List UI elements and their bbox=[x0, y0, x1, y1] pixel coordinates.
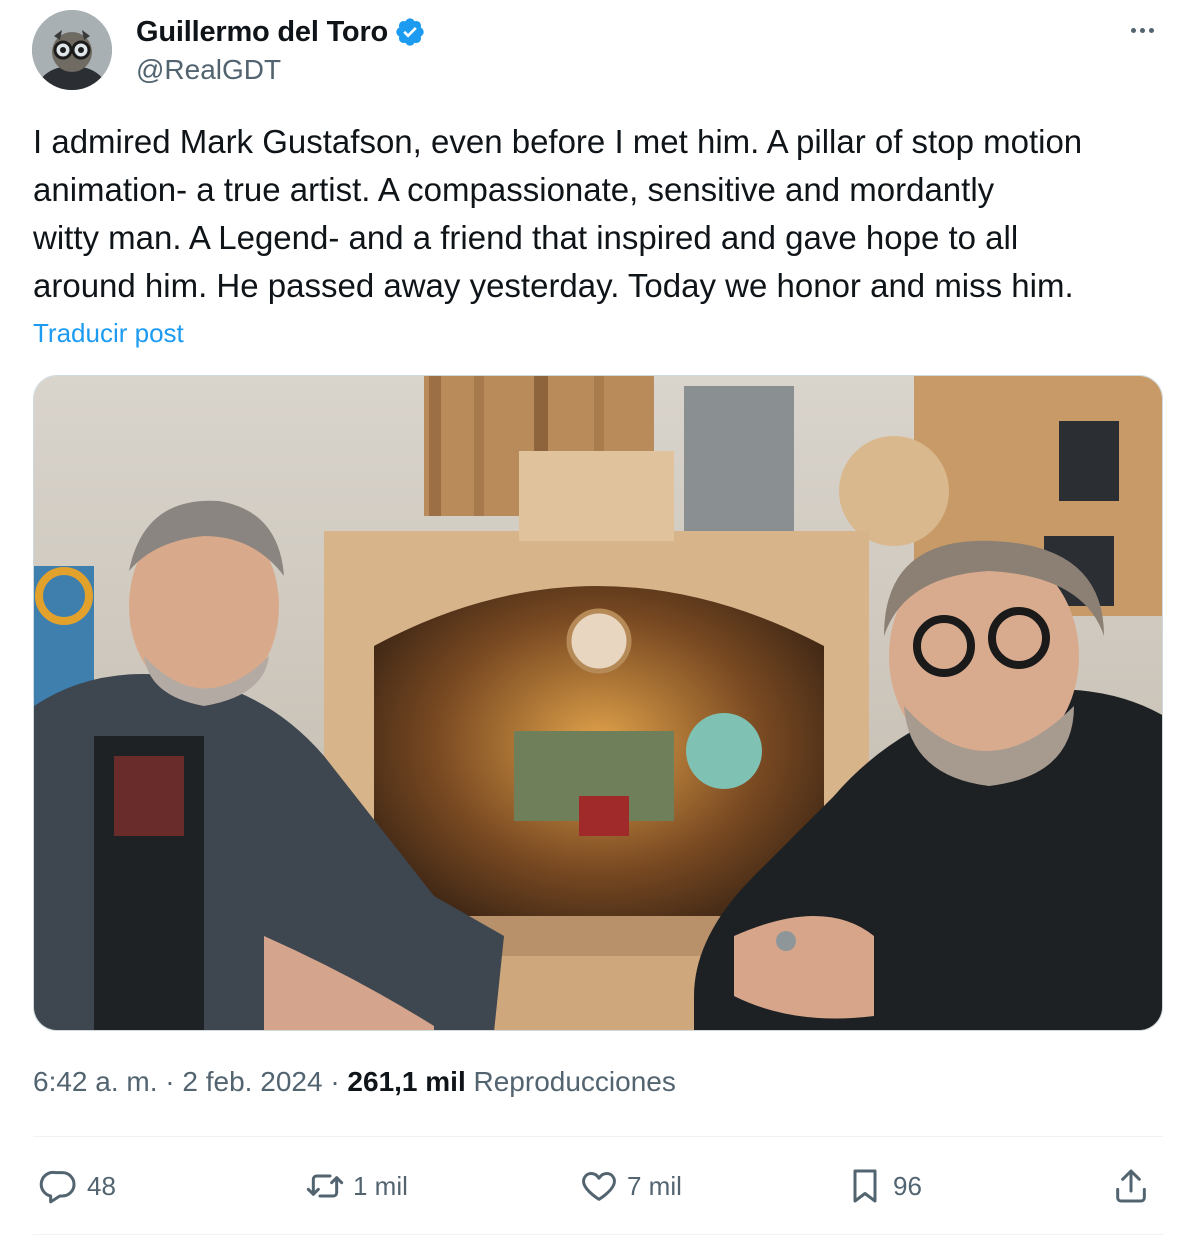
meta-separator: · bbox=[165, 1066, 175, 1097]
share-button[interactable] bbox=[1111, 1158, 1151, 1214]
views-count: 261,1 mil bbox=[347, 1066, 466, 1097]
bookmark-count: 96 bbox=[893, 1170, 922, 1201]
bookmark-icon bbox=[853, 1169, 877, 1203]
author-handle[interactable]: @RealGDT bbox=[136, 54, 281, 86]
photo-image bbox=[34, 376, 1162, 1030]
bookmark-button[interactable]: 96 bbox=[845, 1158, 922, 1214]
divider bbox=[33, 1234, 1163, 1235]
tweet-photo[interactable] bbox=[33, 375, 1163, 1031]
repost-button[interactable]: 1 mil bbox=[305, 1158, 408, 1214]
author-name[interactable]: Guillermo del Toro bbox=[136, 16, 388, 49]
reply-button[interactable]: 48 bbox=[39, 1158, 116, 1214]
repost-count: 1 mil bbox=[353, 1170, 408, 1201]
views-label: Reproducciones bbox=[473, 1066, 676, 1097]
divider bbox=[33, 1136, 1163, 1137]
translate-post-link[interactable]: Traducir post bbox=[33, 318, 184, 349]
avatar-image bbox=[32, 10, 112, 90]
action-bar: 48 1 mil 7 mil 96 bbox=[33, 1158, 1163, 1214]
more-dots-icon bbox=[1130, 27, 1136, 33]
more-dots-icon bbox=[1139, 27, 1145, 33]
reply-icon bbox=[39, 1170, 76, 1204]
tweet-date[interactable]: 2 feb. 2024 bbox=[182, 1066, 322, 1097]
tweet-text: I admired Mark Gustafson, even before I … bbox=[33, 123, 1083, 304]
reply-count: 48 bbox=[87, 1170, 116, 1201]
more-dots-icon bbox=[1148, 27, 1154, 33]
avatar[interactable] bbox=[32, 10, 112, 90]
more-options-button[interactable] bbox=[1124, 18, 1160, 42]
share-icon bbox=[1116, 1169, 1146, 1203]
like-count: 7 mil bbox=[627, 1170, 682, 1201]
verified-badge-icon[interactable] bbox=[394, 16, 426, 48]
like-button[interactable]: 7 mil bbox=[579, 1158, 682, 1214]
tweet-time[interactable]: 6:42 a. m. bbox=[33, 1066, 158, 1097]
meta-separator: · bbox=[330, 1066, 340, 1097]
heart-icon bbox=[582, 1172, 616, 1201]
repost-icon bbox=[306, 1174, 344, 1198]
author-name-row: Guillermo del Toro bbox=[136, 14, 426, 50]
tweet-meta: 6:42 a. m. · 2 feb. 2024 · 261,1 mil Rep… bbox=[33, 1066, 676, 1098]
